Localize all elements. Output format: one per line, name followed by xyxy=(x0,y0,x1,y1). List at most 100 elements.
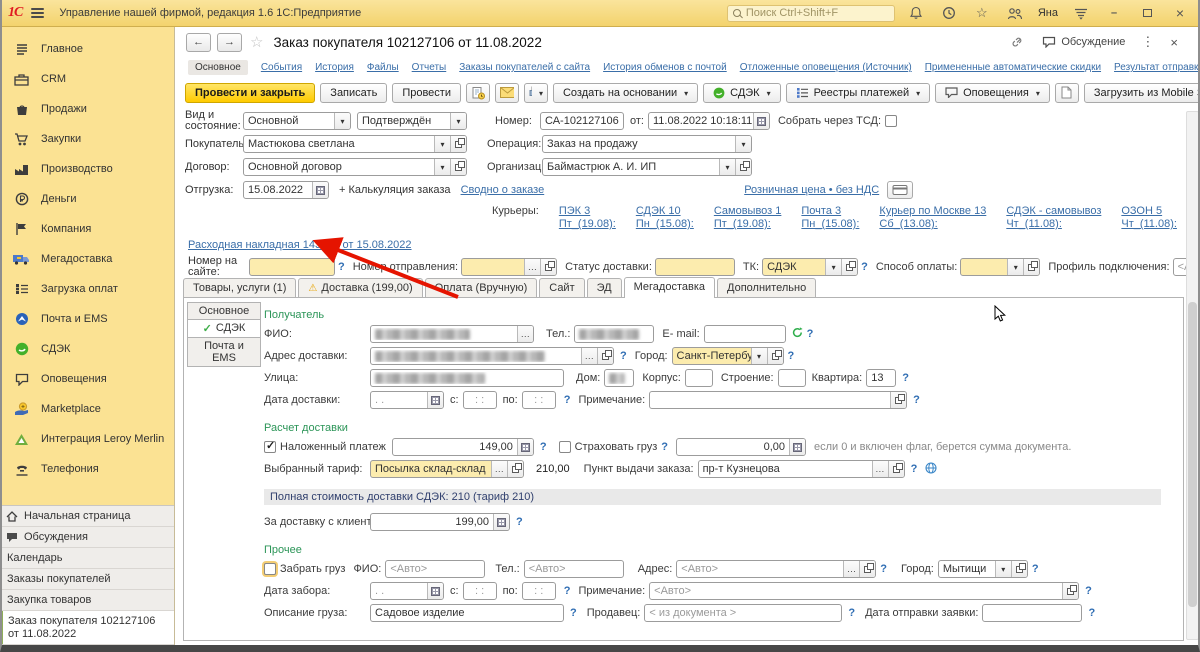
open-icon[interactable] xyxy=(1023,259,1039,275)
dropdown-icon[interactable] xyxy=(434,159,450,175)
courier-link-pochta[interactable]: Почта 3Пн_(15.08): xyxy=(801,205,859,231)
support-users-icon[interactable] xyxy=(1003,7,1027,20)
order-calc-text[interactable]: + Калькуляция заказа xyxy=(339,184,451,196)
tel-field[interactable] xyxy=(574,325,654,343)
tab-istoriya[interactable]: История xyxy=(315,62,354,73)
tab-additional[interactable]: Дополнительно xyxy=(717,278,816,297)
dropdown-icon[interactable] xyxy=(450,113,466,129)
help-icon[interactable]: ? xyxy=(338,261,345,273)
order-state-field[interactable]: Подтверждён xyxy=(357,112,467,130)
help-icon[interactable]: ? xyxy=(911,463,918,475)
courier-link-ozon[interactable]: ОЗОН 5Чт_(11.08): xyxy=(1121,205,1177,231)
pickup-to-field[interactable]: : : xyxy=(522,582,556,600)
service-tab-osnovnoe[interactable]: Основное xyxy=(187,302,261,320)
tab-otchety[interactable]: Отчеты xyxy=(412,62,447,73)
open-icon[interactable] xyxy=(597,348,613,364)
sidebar-item-pochta-ems[interactable]: Почта и EMS xyxy=(0,304,174,334)
more-menu-icon[interactable] xyxy=(1141,34,1154,50)
print-button[interactable] xyxy=(524,83,548,103)
get-link-icon[interactable] xyxy=(1011,34,1026,51)
contract-field[interactable]: Основной договор xyxy=(243,158,467,176)
tab-goods-services[interactable]: Товары, услуги (1) xyxy=(183,278,296,297)
service-tab-pochta-ems[interactable]: Почта и EMS xyxy=(187,337,261,367)
choose-icon[interactable] xyxy=(524,259,540,275)
other-fio-field[interactable]: <Авто> xyxy=(385,560,485,578)
choose-icon[interactable] xyxy=(872,461,888,477)
payment-method-field[interactable] xyxy=(960,258,1040,276)
favorite-star-icon[interactable] xyxy=(250,33,263,51)
open-icon[interactable] xyxy=(888,461,904,477)
structure-field[interactable] xyxy=(778,369,806,387)
buyer-field[interactable]: Мастюкова светлана xyxy=(243,135,467,153)
delivery-address-field[interactable] xyxy=(370,347,614,365)
open-icon[interactable] xyxy=(507,461,523,477)
dropdown-icon[interactable] xyxy=(719,159,735,175)
sidebar-item-calendar[interactable]: Календарь xyxy=(0,548,174,569)
sidebar-item-goods-purchase[interactable]: Закупка товаров xyxy=(0,590,174,611)
dropdown-icon[interactable] xyxy=(825,259,841,275)
close-tab-icon[interactable] xyxy=(1170,35,1178,50)
load-mobile-smarts-button[interactable]: Загрузить из Mobile SMARTS xyxy=(1084,83,1200,103)
service-menu-icon[interactable] xyxy=(1069,7,1093,20)
sidebar-item-home[interactable]: Начальная страница xyxy=(0,506,174,527)
delivery-status-field[interactable] xyxy=(655,258,735,276)
pickup-from-field[interactable]: : : xyxy=(463,582,497,600)
sidebar-item-customer-orders[interactable]: Заказы покупателей xyxy=(0,569,174,590)
note-field[interactable] xyxy=(649,391,907,409)
open-icon[interactable] xyxy=(841,259,857,275)
open-icon[interactable] xyxy=(1062,583,1078,599)
help-icon[interactable]: ? xyxy=(1032,563,1039,575)
shipping-date-field[interactable]: 15.08.2022 xyxy=(243,181,329,199)
cod-checkbox[interactable] xyxy=(264,441,276,453)
sidebar-item-kompaniya[interactable]: Компания xyxy=(0,214,174,244)
expense-invoice-link[interactable]: Расходная накладная 143471 от 15.08.2022 xyxy=(188,239,412,251)
open-icon[interactable] xyxy=(735,159,751,175)
dropdown-icon[interactable] xyxy=(995,561,1011,577)
calendar-icon[interactable] xyxy=(312,182,328,198)
help-icon[interactable]: ? xyxy=(880,563,887,575)
help-icon[interactable]: ? xyxy=(564,585,571,597)
map-globe-icon[interactable] xyxy=(925,462,937,477)
delivery-date-field[interactable]: . . xyxy=(370,391,444,409)
courier-link-samovyvoz[interactable]: Самовывоз 1Пт_(19.08): xyxy=(714,205,782,231)
sidebar-item-marketplace[interactable]: Marketplace xyxy=(0,394,174,424)
other-note-field[interactable]: <Авто> xyxy=(649,582,1079,600)
order-kind-field[interactable]: Основной xyxy=(243,112,351,130)
tab-send-result[interactable]: Результат отправки (Простые оповещения) xyxy=(1114,62,1200,73)
send-email-button[interactable] xyxy=(495,83,519,103)
dropdown-icon[interactable] xyxy=(751,348,767,364)
tab-osnovnoe[interactable]: Основное xyxy=(188,60,248,75)
current-user[interactable]: Яна xyxy=(1036,7,1060,19)
cod-amount-field[interactable]: 149,00 xyxy=(392,438,534,456)
dropdown-icon[interactable] xyxy=(334,113,350,129)
tab-megadostavka[interactable]: Мегадоставка xyxy=(624,277,715,298)
sidebar-item-megadostavka[interactable]: Мегадоставка xyxy=(0,244,174,274)
choose-icon[interactable] xyxy=(843,561,859,577)
tk-field[interactable]: СДЭК xyxy=(762,258,858,276)
help-icon[interactable]: ? xyxy=(807,328,814,340)
sidebar-item-telefoniya[interactable]: Телефония xyxy=(0,454,174,484)
help-icon[interactable]: ? xyxy=(620,350,627,362)
tab-deferred-alerts[interactable]: Отложенные оповещения (Источник) xyxy=(740,62,912,73)
city-field[interactable]: Санкт-Петербург xyxy=(672,347,784,365)
main-menu-icon[interactable] xyxy=(31,8,44,18)
dropdown-icon[interactable] xyxy=(735,136,751,152)
price-card-button[interactable] xyxy=(887,181,913,199)
courier-link-pek[interactable]: ПЭК 3Пт_(19.08): xyxy=(559,205,616,231)
courier-link-cdek[interactable]: СДЭК 10Пн_(15.08): xyxy=(636,205,694,231)
post-and-close-button[interactable]: Провести и закрыть xyxy=(185,83,315,103)
sidebar-item-prodazhi[interactable]: Продажи xyxy=(0,94,174,124)
choose-icon[interactable] xyxy=(491,461,507,477)
calendar-icon[interactable] xyxy=(427,583,443,599)
cargo-desc-field[interactable]: Садовое изделие xyxy=(370,604,564,622)
global-search-input[interactable]: Поиск Ctrl+Shift+F xyxy=(727,5,895,22)
time-from-field[interactable]: : : xyxy=(463,391,497,409)
operation-field[interactable]: Заказ на продажу xyxy=(542,135,752,153)
pickup-date-field[interactable]: . . xyxy=(370,582,444,600)
help-icon[interactable]: ? xyxy=(1085,585,1092,597)
price-type-link[interactable]: Розничная цена • без НДС xyxy=(744,184,879,196)
calendar-icon[interactable] xyxy=(753,113,769,129)
order-datetime-field[interactable]: 11.08.2022 10:18:11 xyxy=(648,112,770,130)
refresh-icon[interactable] xyxy=(792,327,803,341)
sidebar-item-dengi[interactable]: Деньги xyxy=(0,184,174,214)
